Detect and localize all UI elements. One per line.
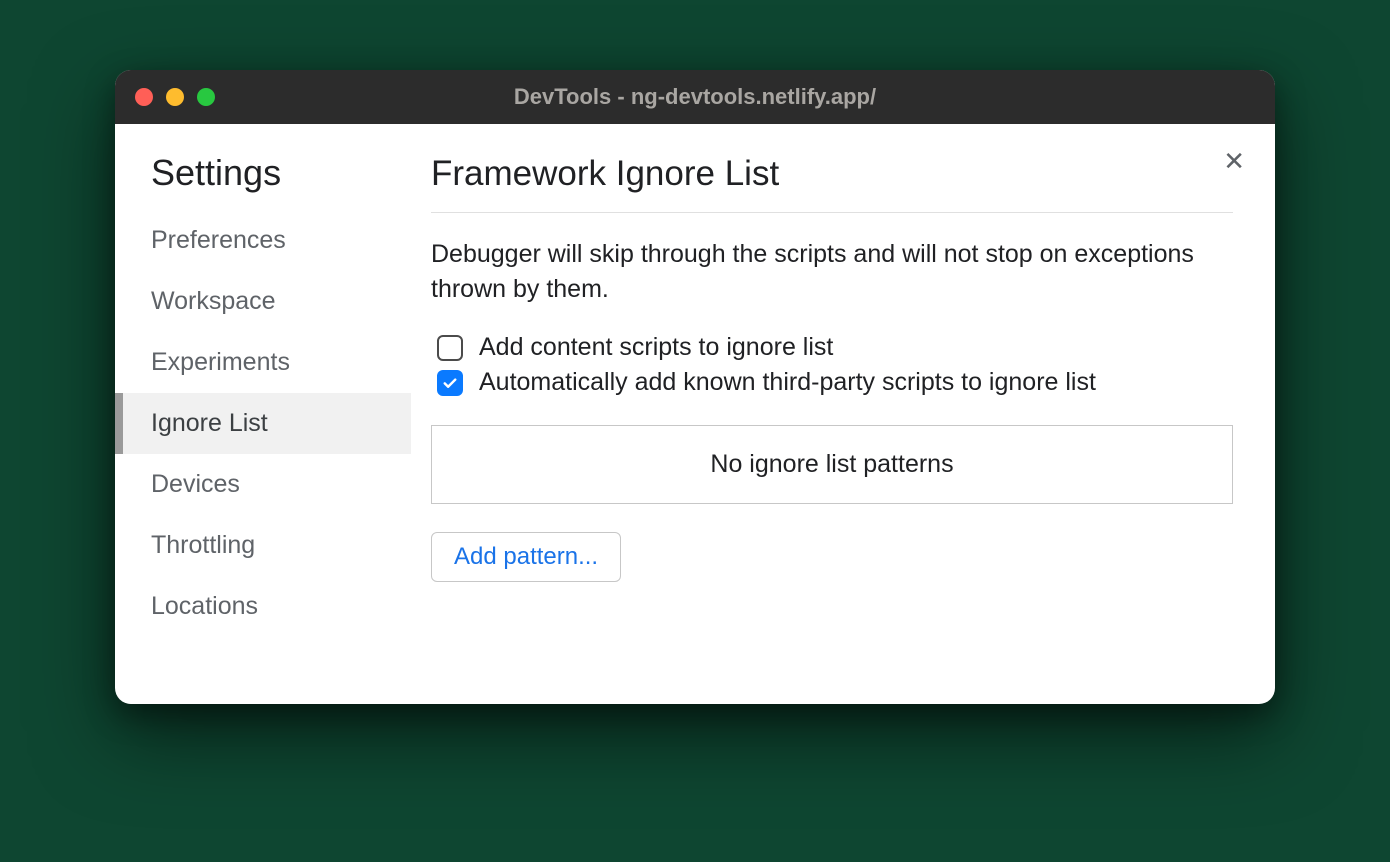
- maximize-window-button[interactable]: [197, 88, 215, 106]
- minimize-window-button[interactable]: [166, 88, 184, 106]
- settings-sidebar: Settings Preferences Workspace Experimen…: [115, 124, 411, 704]
- sidebar-item-throttling[interactable]: Throttling: [115, 515, 411, 576]
- page-title: Framework Ignore List: [431, 154, 1233, 213]
- sidebar-item-workspace[interactable]: Workspace: [115, 271, 411, 332]
- sidebar-item-devices[interactable]: Devices: [115, 454, 411, 515]
- checkbox-row-content-scripts: Add content scripts to ignore list: [431, 333, 1233, 362]
- add-pattern-button[interactable]: Add pattern...: [431, 532, 621, 582]
- checkmark-icon: [441, 374, 459, 392]
- checkbox-row-third-party: Automatically add known third-party scri…: [431, 368, 1233, 397]
- devtools-window: DevTools - ng-devtools.netlify.app/ ✕ Se…: [115, 70, 1275, 704]
- ignore-list-patterns-box: No ignore list patterns: [431, 425, 1233, 504]
- checkbox-label: Automatically add known third-party scri…: [479, 368, 1096, 397]
- page-description: Debugger will skip through the scripts a…: [431, 237, 1233, 307]
- sidebar-item-ignore-list[interactable]: Ignore List: [115, 393, 411, 454]
- settings-body: ✕ Settings Preferences Workspace Experim…: [115, 124, 1275, 704]
- traffic-lights: [135, 88, 215, 106]
- checkbox-third-party[interactable]: [437, 370, 463, 396]
- checkbox-content-scripts[interactable]: [437, 335, 463, 361]
- sidebar-item-experiments[interactable]: Experiments: [115, 332, 411, 393]
- close-icon[interactable]: ✕: [1223, 148, 1245, 174]
- sidebar-title: Settings: [115, 152, 411, 210]
- sidebar-item-preferences[interactable]: Preferences: [115, 210, 411, 271]
- settings-main: Framework Ignore List Debugger will skip…: [411, 124, 1275, 704]
- window-title: DevTools - ng-devtools.netlify.app/: [115, 84, 1275, 110]
- sidebar-item-locations[interactable]: Locations: [115, 576, 411, 637]
- close-window-button[interactable]: [135, 88, 153, 106]
- titlebar: DevTools - ng-devtools.netlify.app/: [115, 70, 1275, 124]
- checkbox-label: Add content scripts to ignore list: [479, 333, 833, 362]
